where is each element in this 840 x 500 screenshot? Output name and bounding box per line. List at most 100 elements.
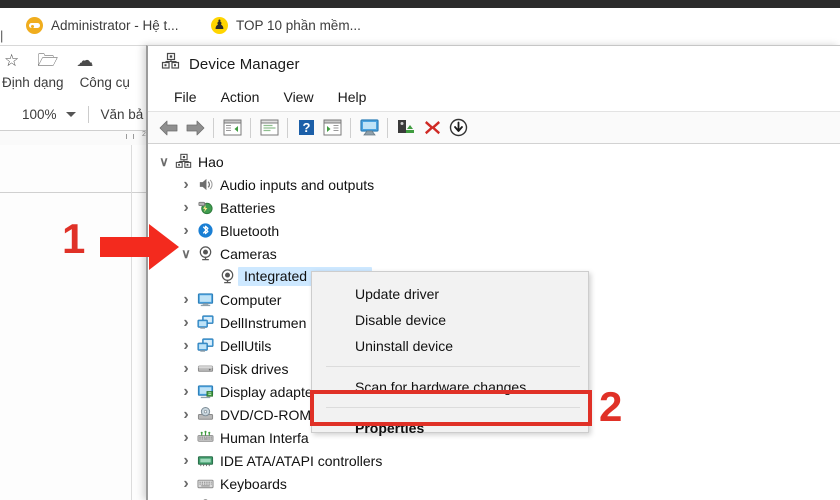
tree-item-label: Batteries [220, 199, 276, 216]
update-driver-icon[interactable] [356, 116, 382, 140]
toolbar-separator [387, 117, 388, 138]
device-manager-title: Device Manager [189, 55, 300, 73]
zoom-level-value[interactable]: 100% [22, 107, 57, 122]
tree-item-label: Display adapte [220, 383, 313, 400]
tree-row[interactable]: Hao [148, 150, 840, 173]
browser-tabstrip: | Administrator - Hệ t... TOP 10 phần mề… [0, 8, 840, 46]
monitor-icon [194, 291, 216, 308]
tree-item-label: Disk drives [220, 360, 289, 377]
chevron-right-icon[interactable] [178, 292, 194, 308]
tree-item-label: Keyboards [220, 475, 287, 492]
add-to-folder-icon[interactable]: 🗁 [37, 51, 58, 71]
tree-row[interactable]: Keyboards [148, 472, 840, 495]
chess-pawn-icon [211, 15, 228, 34]
doc-page [0, 145, 148, 500]
annotation-step-2: 2 [599, 383, 623, 430]
doc-header-rule [0, 192, 148, 193]
battery-icon [194, 199, 216, 216]
chevron-right-icon[interactable] [178, 177, 194, 193]
toolbar-separator [213, 117, 214, 138]
display-adapter-icon [194, 383, 216, 400]
tree-item-label: Cameras [220, 245, 277, 262]
tree-item-label: Human Interfa [220, 429, 309, 446]
uninstall-device-icon[interactable] [419, 116, 445, 140]
browser-tab-1[interactable]: Administrator - Hệ t... [26, 17, 179, 34]
keyboard-icon [194, 475, 216, 492]
browser-tab-1-label: Administrator - Hệ t... [51, 18, 179, 33]
menu-help[interactable]: Help [326, 87, 379, 107]
chevron-right-icon[interactable] [178, 361, 194, 377]
chevron-right-icon[interactable] [178, 407, 194, 423]
chevron-right-icon[interactable] [178, 453, 194, 469]
tree-item-label: Hao [198, 153, 224, 170]
menu-file[interactable]: File [162, 87, 209, 107]
cloud-icon[interactable]: ☁ [76, 51, 93, 71]
paragraph-style-value[interactable]: Văn bả [101, 107, 144, 122]
context-menu-item-update-driver[interactable]: Update driver [312, 281, 588, 307]
context-menu-item-disable-device[interactable]: Disable device [312, 307, 588, 333]
disable-device-icon[interactable] [445, 116, 471, 140]
doc-canvas: 2 [0, 131, 152, 500]
toolbar-separator [350, 117, 351, 138]
chevron-right-icon[interactable] [178, 430, 194, 446]
chevron-right-icon[interactable] [178, 384, 194, 400]
chevron-right-icon[interactable] [178, 200, 194, 216]
tree-item-label: IDE ATA/ATAPI controllers [220, 452, 383, 469]
dvd-drive-icon [194, 406, 216, 423]
tree-item-label: Audio inputs and outputs [220, 176, 375, 193]
context-menu-separator [326, 366, 580, 367]
tree-item-label: Computer [220, 291, 282, 308]
context-menu-item-properties[interactable]: Properties [312, 415, 588, 441]
show-hide-action-pane-icon[interactable] [319, 116, 345, 140]
tree-row[interactable]: Mice and other pointing devices [148, 495, 840, 500]
tree-row[interactable]: Batteries [148, 196, 840, 219]
help-icon[interactable]: ? [293, 116, 319, 140]
device-manager-titlebar: Device Manager [148, 46, 840, 82]
context-menu-item-uninstall-device[interactable]: Uninstall device [312, 333, 588, 359]
device-manager-toolbar: ? [148, 112, 840, 144]
toolbar-separator [250, 117, 251, 138]
browser-top-bar [0, 0, 840, 8]
browser-tab-2[interactable]: TOP 10 phần mềm... [211, 15, 361, 34]
chevron-right-icon[interactable] [178, 315, 194, 331]
toolbar-divider [87, 106, 89, 123]
svg-text:?: ? [302, 120, 310, 135]
chevron-down-icon[interactable] [65, 112, 76, 117]
dual-monitor-icon [194, 337, 216, 354]
annotation-arrow-1 [100, 224, 180, 275]
tree-row[interactable]: Cameras [148, 242, 840, 265]
chevron-down-icon[interactable] [156, 155, 172, 168]
camera-icon [194, 245, 216, 262]
chevron-right-icon[interactable] [178, 338, 194, 354]
tree-item-label: Bluetooth [220, 222, 280, 239]
chevron-down-icon[interactable] [178, 247, 194, 260]
speaker-icon [194, 176, 216, 193]
doc-menu-cong-cu[interactable]: Công cụ [80, 75, 130, 90]
tree-row[interactable]: IDE ATA/ATAPI controllers [148, 449, 840, 472]
context-menu-item-scan-for-hardware-changes[interactable]: Scan for hardware changes [312, 374, 588, 400]
tree-item-label: DVD/CD-ROM [220, 406, 311, 423]
tab-edge-sliver: | [0, 28, 4, 43]
tree-row[interactable]: Bluetooth [148, 219, 840, 242]
tree-item-label: DellInstrumen [220, 314, 307, 331]
back-icon[interactable] [156, 116, 182, 140]
device-manager-icon [161, 52, 180, 76]
browser-tab-2-label: TOP 10 phần mềm... [236, 18, 361, 33]
computer-node-icon [172, 153, 194, 170]
scan-hardware-changes-icon[interactable] [393, 116, 419, 140]
forward-icon[interactable] [182, 116, 208, 140]
context-menu[interactable]: Update driver Disable device Uninstall d… [311, 271, 589, 436]
tree-item-label: DellUtils [220, 337, 272, 354]
context-menu-separator [326, 407, 580, 408]
menu-view[interactable]: View [271, 87, 325, 107]
doc-menu-dinh-dang[interactable]: Định dạng [2, 75, 64, 90]
tree-row[interactable]: Audio inputs and outputs [148, 173, 840, 196]
chevron-right-icon[interactable] [178, 476, 194, 492]
show-hide-console-tree-icon[interactable] [219, 116, 245, 140]
annotation-step-1: 1 [62, 215, 86, 262]
chevron-right-icon[interactable] [178, 223, 194, 239]
menu-action[interactable]: Action [209, 87, 272, 107]
properties-icon[interactable] [256, 116, 282, 140]
disk-drive-icon [194, 360, 216, 377]
star-icon[interactable]: ☆ [4, 51, 19, 71]
